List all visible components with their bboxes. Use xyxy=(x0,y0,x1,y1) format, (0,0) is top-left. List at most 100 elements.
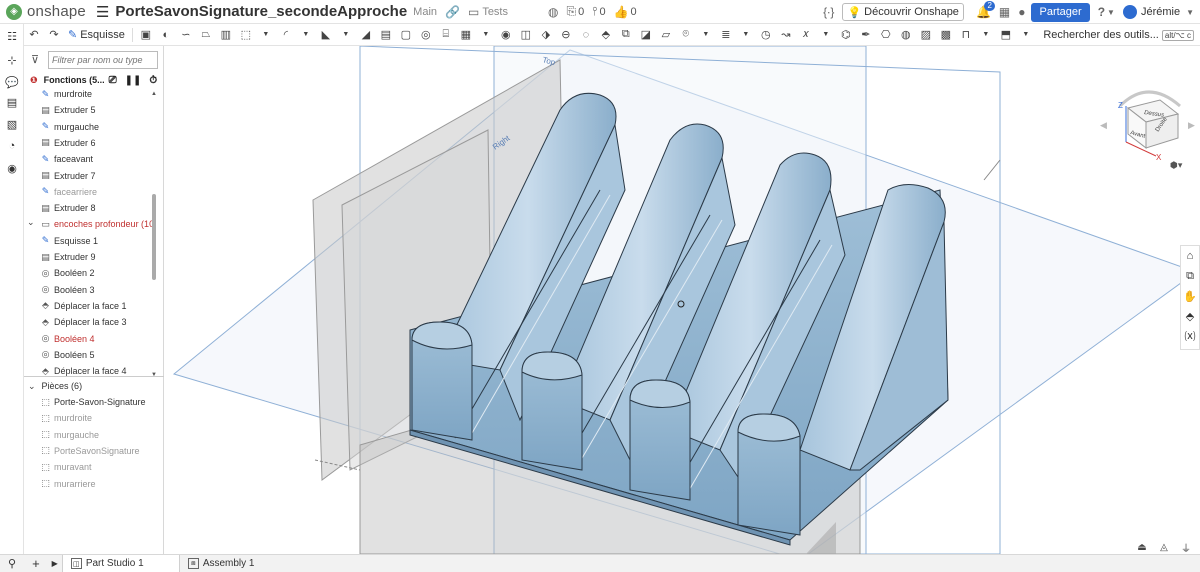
pause-icon[interactable]: ❚❚ xyxy=(125,75,142,86)
enclose-icon[interactable]: ⬚ xyxy=(239,28,253,42)
document-title[interactable]: PorteSavonSignature_secondeApproche xyxy=(115,3,407,20)
feature-list-scrollbar[interactable]: ▲ ▼ xyxy=(151,86,157,414)
feature-item[interactable]: ✎ murgauche xyxy=(24,119,152,135)
bend-icon[interactable]: ⊓ xyxy=(959,28,973,42)
user-name[interactable]: Jérémie xyxy=(1141,6,1180,18)
plane-icon[interactable]: ▱ xyxy=(659,28,673,42)
discover-onshape-button[interactable]: 💡 Découvrir Onshape xyxy=(842,3,964,21)
rollback-icon[interactable]: ⎚ xyxy=(109,75,117,86)
feature-item[interactable]: ▤ Extruder 6 xyxy=(24,135,152,151)
feature-item[interactable]: ◎ Booléen 5 xyxy=(24,347,152,363)
search-tools[interactable]: Rechercher des outils... alt/⌥ c xyxy=(1043,26,1194,44)
part-item[interactable]: ⬚ muravant xyxy=(24,459,152,475)
front-post-1[interactable] xyxy=(411,321,473,441)
feature-item[interactable]: ◎ Booléen 2 xyxy=(24,265,152,281)
front-post-2[interactable] xyxy=(521,351,583,471)
like-icon[interactable]: 👍 0 xyxy=(614,5,637,19)
feature-item[interactable]: ✎ Esquisse 1 xyxy=(24,233,152,249)
search-tabs-icon[interactable]: ⚲ xyxy=(0,555,24,572)
branch-name[interactable]: Main xyxy=(413,6,437,18)
part-item[interactable]: ⬚ Porte-Savon-Signature xyxy=(24,394,152,410)
main-menu-icon[interactable]: ☰ xyxy=(96,3,109,21)
list-menu-icon[interactable]: ≣ xyxy=(719,28,733,42)
user-avatar[interactable] xyxy=(1122,5,1137,19)
globe-icon[interactable]: ◍ xyxy=(548,5,558,19)
chevron-down-icon[interactable]: ▼ xyxy=(699,28,713,42)
filter-icon[interactable]: ⊽ xyxy=(31,53,39,66)
onshape-logo[interactable]: ◈ onshape xyxy=(6,3,86,20)
feature-item[interactable]: ✎ faceavant xyxy=(24,151,152,167)
transform-icon[interactable]: ⬗ xyxy=(539,28,553,42)
history-icon[interactable]: ⫯ 0 xyxy=(592,4,605,19)
tab-menu-icon[interactable]: ▶ xyxy=(48,555,62,572)
revolve-icon[interactable]: ◐ xyxy=(159,28,173,42)
front-post-4[interactable] xyxy=(737,413,801,536)
user-chevron-icon[interactable]: ▼ xyxy=(1186,8,1194,17)
loft-icon[interactable]: ⏢ xyxy=(199,28,213,42)
appearance-panel-icon[interactable]: ✋ xyxy=(1181,286,1199,306)
notifications-icon[interactable]: 🔔 2 xyxy=(976,1,995,19)
chamfer-icon[interactable]: ◣ xyxy=(319,28,333,42)
feature-item[interactable]: ▤ Extruder 5 xyxy=(24,102,152,118)
chevron-down-icon[interactable]: ▼ xyxy=(979,28,993,42)
apps-grid-icon[interactable]: ▦ xyxy=(999,5,1010,19)
redo-icon[interactable]: ↷ xyxy=(47,28,61,42)
move-face-icon[interactable]: ⬘ xyxy=(599,28,613,42)
sheet-metal-icon[interactable]: ⎔ xyxy=(879,28,893,42)
graphics-viewport[interactable]: Top Right xyxy=(164,46,1200,554)
rotate-left-icon[interactable]: ◀ xyxy=(1100,121,1107,131)
feature-item[interactable]: ✎ murdroite xyxy=(24,86,152,102)
shell-icon[interactable]: ▢ xyxy=(399,28,413,42)
feature-item[interactable]: ◎ Booléen 3 xyxy=(24,282,152,298)
render-mode-icon[interactable]: ⏏ xyxy=(1134,541,1150,553)
split-icon[interactable]: ◫ xyxy=(519,28,533,42)
chevron-down-icon[interactable]: ▼ xyxy=(1019,28,1033,42)
custom-features-icon[interactable]: {∙} xyxy=(823,5,834,19)
feature-item[interactable]: ⬘ Déplacer la face 1 xyxy=(24,298,152,314)
frame-icon[interactable]: ⌬ xyxy=(839,28,853,42)
part-item[interactable]: ⬚ PorteSavonSignature xyxy=(24,443,152,459)
corner-icon[interactable]: ▩ xyxy=(939,28,953,42)
sketch-button[interactable]: ✎ Esquisse xyxy=(68,28,125,42)
flange-icon[interactable]: ▨ xyxy=(919,28,933,42)
features-header[interactable]: ❶ Fonctions (5... ⎚ ❚❚ ⏱ xyxy=(24,73,164,87)
curve-icon[interactable]: ↝ xyxy=(779,28,793,42)
scroll-up-icon[interactable]: ▲ xyxy=(151,91,157,97)
link-icon[interactable]: 🔗 xyxy=(445,5,460,19)
modify-fillet-icon[interactable]: ◌ xyxy=(579,28,593,42)
learning-center-icon[interactable]: ● xyxy=(1018,5,1025,19)
scroll-thumb[interactable] xyxy=(152,194,156,280)
part-item[interactable]: ⬚ murarriere xyxy=(24,476,152,492)
model-canvas[interactable]: Top Right xyxy=(164,46,1200,554)
surface-icon[interactable]: ◍ xyxy=(899,28,913,42)
delete-part-icon[interactable]: ⊖ xyxy=(559,28,573,42)
view-options-icon[interactable]: ⬢▾ xyxy=(1170,161,1183,171)
cube-icon[interactable]: ⬒ xyxy=(999,28,1013,42)
part-item[interactable]: ⬚ murdroite xyxy=(24,410,152,426)
help-chevron-icon[interactable]: ▼ xyxy=(1107,8,1115,17)
copy-doc-icon[interactable]: ⎘ 0 xyxy=(566,4,584,19)
chevron-down-icon[interactable]: ▼ xyxy=(739,28,753,42)
mass-properties-icon[interactable]: ⬘ xyxy=(1181,306,1199,326)
front-post-3[interactable] xyxy=(629,379,691,501)
feature-tree-icon[interactable]: ☷ xyxy=(4,28,20,44)
configurations-icon[interactable]: ⌂ xyxy=(1181,246,1199,266)
parts-header[interactable]: ⌄ Pièces (6) xyxy=(24,378,152,394)
tab-assembly[interactable]: ⧈ Assembly 1 xyxy=(180,555,263,572)
stopwatch-icon[interactable]: ⏱ xyxy=(149,75,157,86)
feature-item[interactable]: ◎ Booléen 4 xyxy=(24,331,152,347)
display-mode-icon[interactable]: ⏚ xyxy=(1178,541,1194,555)
rib-icon[interactable]: ▤ xyxy=(379,28,393,42)
bom-icon[interactable]: ▤ xyxy=(4,94,20,110)
mate-connector-icon[interactable]: ⌾ xyxy=(679,28,693,42)
chevron-down-icon[interactable]: ▼ xyxy=(339,28,353,42)
share-button[interactable]: Partager xyxy=(1031,2,1090,22)
section-view-icon[interactable]: ◬ xyxy=(1156,541,1172,553)
offset-surface-icon[interactable]: ◪ xyxy=(639,28,653,42)
folder-icon[interactable]: ▭ Tests xyxy=(468,5,508,19)
view-cube[interactable]: ◀ ▶ Dessus Avant Droite Z X ⬢▾ xyxy=(1100,76,1196,176)
folder-chevron-icon[interactable]: ⌄ xyxy=(27,217,35,228)
feature-item[interactable]: ▤ Extruder 7 xyxy=(24,168,152,184)
feature-item[interactable]: ⌄ ▭ encoches profondeur (10) xyxy=(24,216,152,232)
feature-item[interactable]: ⬘ Déplacer la face 3 xyxy=(24,314,152,330)
